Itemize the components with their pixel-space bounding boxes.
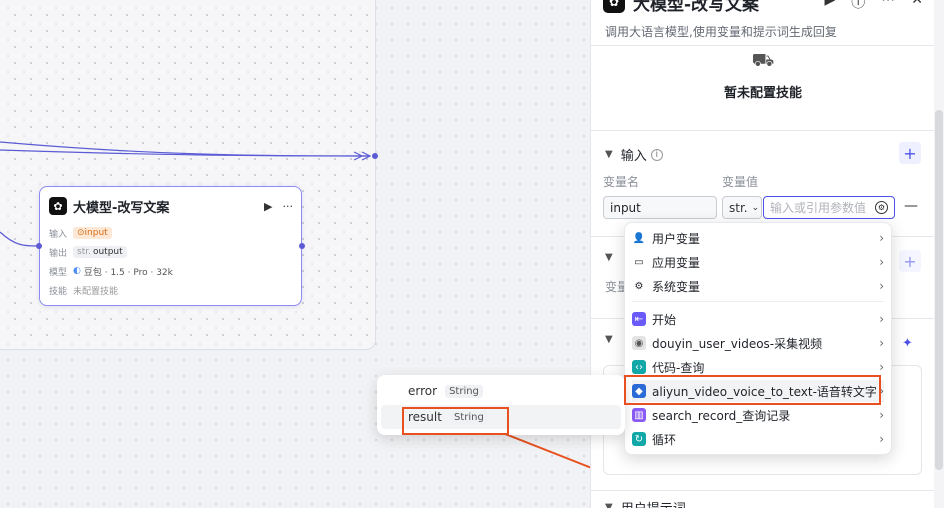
node-input-row: 输入 ⊙input: [49, 225, 112, 241]
node-output-port[interactable]: [299, 243, 305, 249]
dropdown-item-search-record[interactable]: ▥ search_record_查询记录 ›: [632, 404, 884, 426]
node-title: 大模型-改写文案: [73, 200, 170, 216]
magic-wand-icon[interactable]: ✦: [902, 336, 913, 351]
divider: [591, 45, 935, 46]
panel-header: ✿ 大模型-改写文案 ▶ ⓘ ⋯ ✕: [603, 0, 923, 15]
info-icon[interactable]: i: [650, 148, 663, 161]
dropdown-item-user-vars[interactable]: 👤 用户变量 ›: [632, 227, 884, 249]
gear-icon: ⚙: [634, 280, 644, 292]
model-label: 模型: [49, 267, 68, 278]
col-value-label: 变量值: [722, 175, 759, 189]
var-name-input[interactable]: input: [603, 196, 717, 219]
chevron-down-icon: ▼: [605, 502, 613, 508]
node-output-row: 输出 str. output: [49, 244, 127, 260]
output-label: 输出: [49, 248, 68, 259]
annotation-highlight-result: [402, 407, 509, 435]
empty-box-icon: ⛟: [751, 50, 775, 71]
more-icon[interactable]: ···: [283, 200, 294, 213]
scrollbar-thumb[interactable]: [935, 110, 943, 470]
skill-empty-state: ⛟ 暂未配置技能: [591, 50, 935, 101]
dropdown-item-start[interactable]: ⇤ 开始 ›: [632, 308, 884, 330]
dropdown-item-douyin[interactable]: ◉ douyin_user_videos-采集视频 ›: [632, 332, 884, 354]
input-tag: ⊙input: [73, 227, 112, 239]
chevron-down-icon: ▼: [605, 149, 613, 160]
model-value: 豆包 · 1.5 · Pro · 32k: [83, 267, 173, 278]
more-icon[interactable]: ⋯: [881, 0, 895, 12]
remove-input-button[interactable]: —: [904, 198, 918, 214]
ref-value-field[interactable]: [770, 200, 870, 215]
output-item-error[interactable]: error String: [381, 379, 621, 403]
input-section-header[interactable]: ▼ 输入 i: [605, 145, 663, 164]
node-input-port[interactable]: [36, 243, 42, 249]
dropdown-separator: [632, 301, 884, 302]
run-icon[interactable]: ▶: [824, 0, 835, 12]
loop-icon: ↻: [632, 432, 646, 446]
llm-icon: ✿: [603, 0, 625, 13]
dropdown-item-system-vars[interactable]: ⚙ 系统变量 ›: [632, 275, 884, 297]
annotation-highlight-aliyun: [624, 375, 881, 405]
database-icon: ▥: [632, 408, 646, 422]
doubao-icon: ◐: [73, 266, 81, 276]
skill-label: 技能: [49, 286, 68, 297]
divider: [591, 130, 935, 131]
dropdown-item-loop[interactable]: ↻ 循环 ›: [632, 428, 884, 450]
col-name-label: 变量名: [603, 175, 640, 189]
output-tag: str. output: [73, 246, 127, 258]
user-icon: 👤: [632, 232, 646, 244]
third-section-header[interactable]: ▼: [605, 334, 621, 345]
node-header: ✿ 大模型-改写文案 ▶ ···: [49, 196, 293, 216]
folder-icon: ▭: [634, 256, 644, 268]
help-icon[interactable]: ⓘ: [851, 0, 865, 12]
skill-value: 未配置技能: [73, 286, 119, 297]
code-icon: ‹›: [632, 360, 646, 374]
chevron-down-icon: ▼: [605, 252, 613, 263]
panel-description: 调用大语言模型,使用变量和提示词生成回复: [605, 25, 837, 39]
divider: [591, 490, 935, 491]
llm-icon: ✿: [49, 197, 67, 215]
close-icon[interactable]: ✕: [911, 0, 923, 12]
chevron-down-icon: ▼: [605, 334, 613, 345]
second-section-header[interactable]: ▼: [605, 252, 621, 263]
add-input-button[interactable]: +: [899, 142, 921, 164]
dropdown-item-app-vars[interactable]: ▭ 应用变量 ›: [632, 251, 884, 273]
chevron-down-icon: ⌄: [751, 202, 760, 213]
bottom-section-header[interactable]: ▼ 用户提示词: [605, 498, 686, 508]
node-model-row: 模型 ◐ 豆包 · 1.5 · Pro · 32k: [49, 263, 173, 279]
bottom-section-label: 用户提示词: [621, 498, 686, 508]
llm-node[interactable]: ✿ 大模型-改写文案 ▶ ··· 输入 ⊙input 输出 str. output…: [39, 186, 302, 306]
variable-ref-icon[interactable]: ⚙: [875, 201, 888, 214]
skill-empty-text: 暂未配置技能: [723, 86, 802, 101]
plugin-icon: ◉: [632, 336, 646, 350]
add-variable-button[interactable]: +: [899, 250, 921, 272]
input-label: 输入: [49, 229, 68, 240]
var-type-select[interactable]: str. ⌄: [722, 196, 762, 219]
input-section-label: 输入: [620, 149, 647, 164]
panel-title: 大模型-改写文案: [633, 0, 760, 15]
node-skill-row: 技能 未配置技能: [49, 282, 118, 298]
start-icon: ⇤: [632, 312, 646, 326]
run-icon[interactable]: ▶: [264, 200, 272, 213]
